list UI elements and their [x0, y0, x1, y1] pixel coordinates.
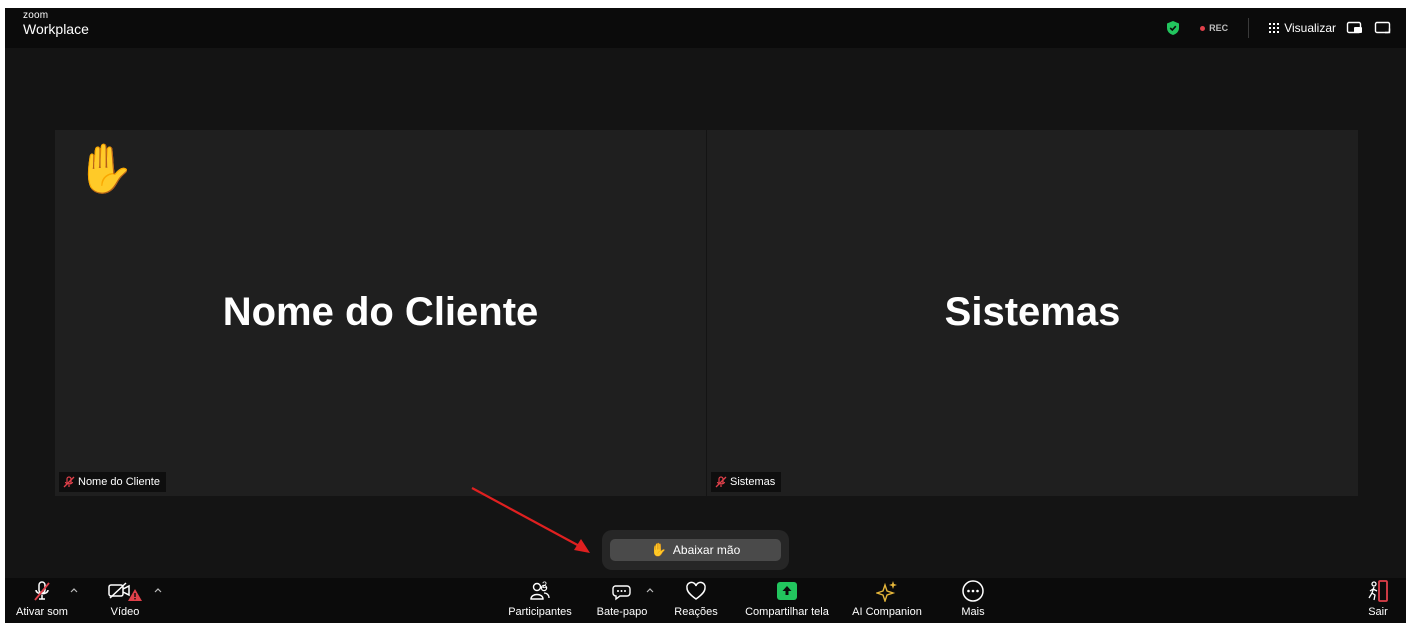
divider [1248, 18, 1250, 38]
raised-hand-icon: ✋ [650, 542, 667, 557]
participant-tile-nome-do-cliente[interactable]: ✋ Nome do Cliente Nome do Cliente [55, 130, 706, 496]
unmute-label: Ativar som [16, 606, 68, 618]
meeting-toolbar: Ativar som Vídeo 2 Participantes Bate-pa… [5, 578, 1406, 623]
leave-icon [1368, 580, 1388, 602]
sparkle-icon [876, 581, 897, 602]
annotation-arrow-icon [471, 487, 590, 553]
unmute-button[interactable]: Ativar som [11, 578, 73, 623]
video-button[interactable]: Vídeo [103, 578, 147, 623]
participant-name-tag: Sistemas [711, 472, 782, 492]
fullscreen-icon[interactable] [1374, 20, 1392, 36]
participant-display-name: Sistemas [944, 290, 1121, 334]
name-tag-label: Nome do Cliente [78, 476, 160, 488]
view-label: Visualizar [1284, 21, 1336, 35]
lower-hand-button[interactable]: ✋ Abaixar mão [610, 539, 781, 561]
share-screen-label: Compartilhar tela [745, 606, 829, 618]
raised-hand-icon: ✋ [75, 143, 135, 196]
mic-muted-icon [63, 476, 75, 488]
lower-hand-panel: ✋ Abaixar mão [602, 530, 789, 570]
top-bar: zoom Workplace REC Visualizar [5, 8, 1406, 48]
ai-companion-label: AI Companion [852, 606, 922, 618]
reactions-button[interactable]: Reações [673, 578, 719, 623]
pip-icon[interactable] [1346, 20, 1364, 36]
participants-label: Participantes [508, 606, 572, 618]
participants-icon [530, 582, 550, 600]
chat-button[interactable]: Bate-papo [593, 578, 651, 623]
chat-icon [612, 585, 631, 601]
participant-display-name: Nome do Cliente [222, 290, 539, 334]
share-screen-icon [777, 582, 797, 600]
leave-button[interactable]: Sair [1363, 578, 1393, 623]
more-label: Mais [961, 606, 985, 618]
zoom-window: zoom Workplace REC Visualizar ✋ Nome do … [5, 8, 1406, 623]
mic-muted-icon [34, 581, 50, 601]
heart-icon [686, 581, 706, 600]
mic-muted-icon [715, 476, 727, 488]
logo-zoom-text: zoom [23, 10, 49, 21]
participants-button[interactable]: 2 Participantes [507, 578, 573, 623]
lower-hand-label: Abaixar mão [672, 543, 741, 557]
grid-icon [1269, 23, 1280, 33]
participant-tile-sistemas[interactable]: Sistemas Sistemas [707, 130, 1358, 496]
rec-label: REC [1209, 23, 1229, 33]
more-icon [962, 580, 984, 602]
recording-indicator[interactable]: REC [1200, 23, 1228, 33]
top-right-controls: REC Visualizar [1166, 18, 1392, 38]
view-button[interactable]: Visualizar [1269, 21, 1336, 35]
video-off-icon [108, 582, 142, 601]
name-tag-label: Sistemas [730, 476, 776, 488]
chat-options-chevron-up-icon[interactable] [645, 586, 655, 594]
participant-name-tag: Nome do Cliente [59, 472, 166, 492]
encryption-shield-icon[interactable] [1166, 20, 1180, 36]
video-options-chevron-up-icon[interactable] [153, 586, 163, 594]
chat-label: Bate-papo [596, 606, 648, 618]
video-label: Vídeo [110, 606, 140, 618]
more-button[interactable]: Mais [955, 578, 991, 623]
ai-companion-button[interactable]: AI Companion [848, 578, 926, 623]
logo-workplace-text: Workplace [23, 21, 89, 37]
reactions-label: Reações [674, 606, 718, 618]
participants-count: 2 [542, 580, 548, 590]
audio-options-chevron-up-icon[interactable] [69, 586, 79, 594]
rec-dot-icon [1200, 25, 1206, 31]
share-screen-button[interactable]: Compartilhar tela [741, 578, 833, 623]
leave-label: Sair [1368, 606, 1388, 618]
zoom-workplace-logo: zoom Workplace [23, 10, 89, 37]
